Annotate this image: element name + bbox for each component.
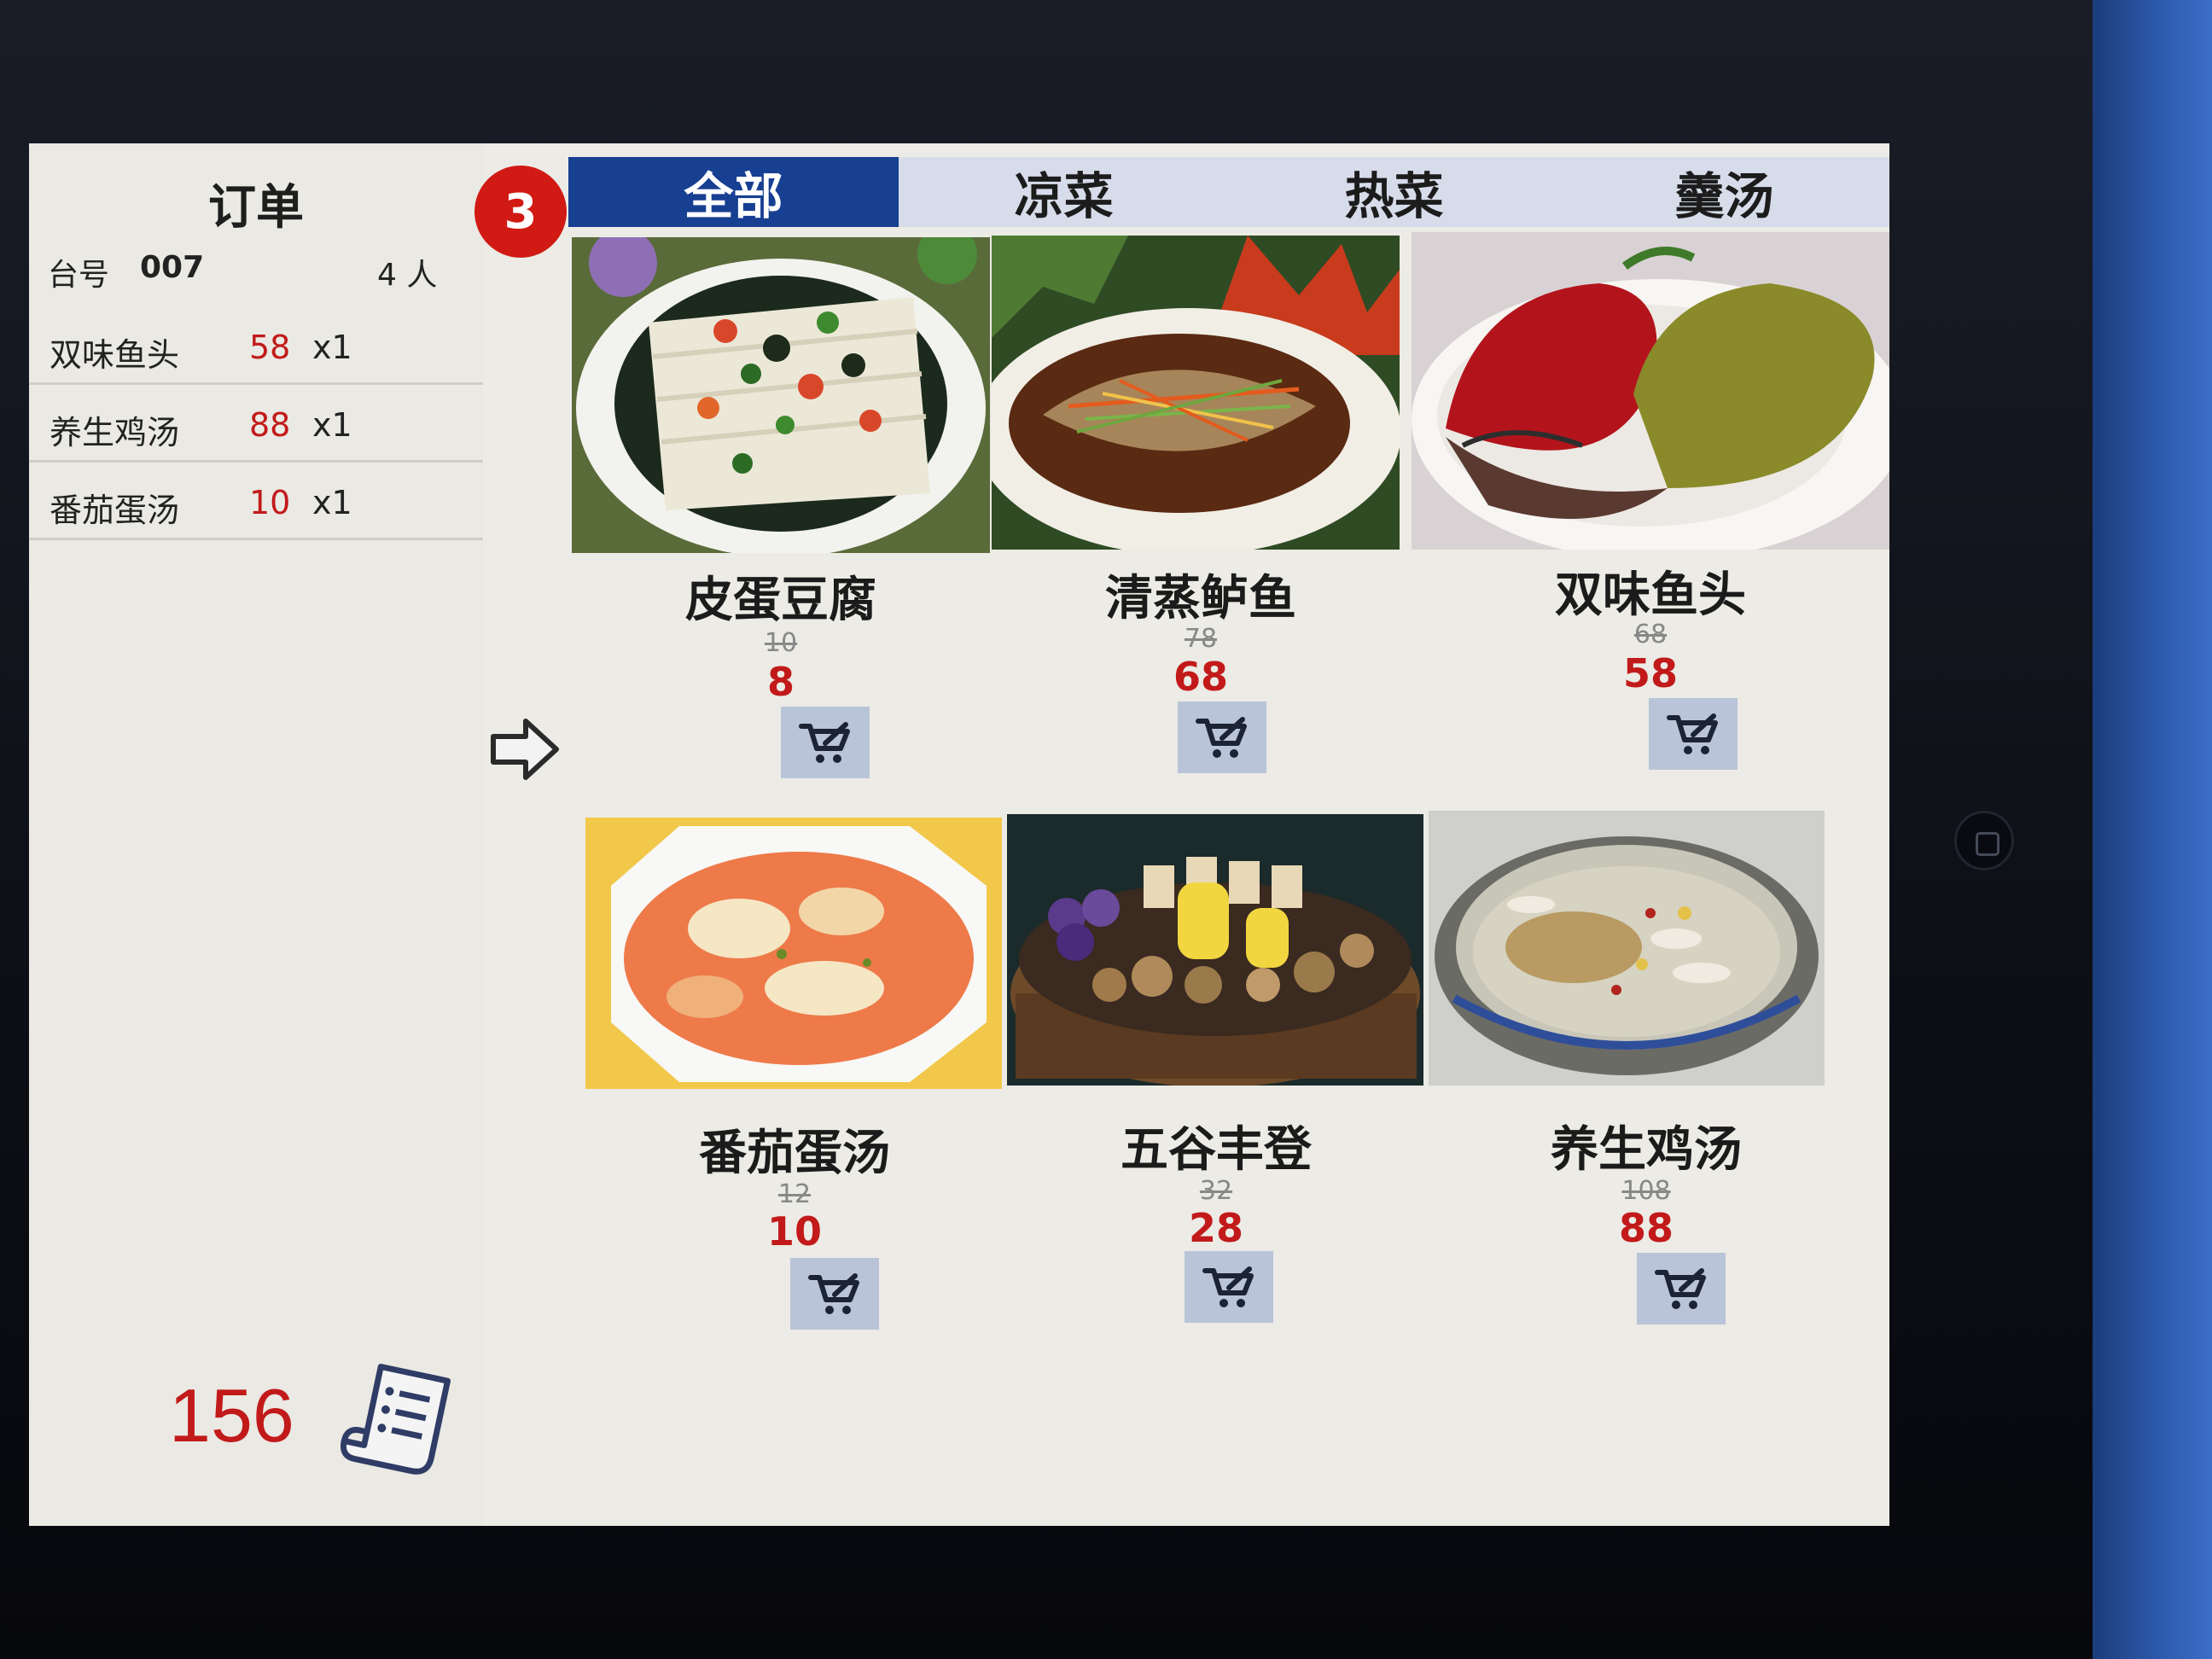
order-item[interactable]: 双味鱼头 58 x1: [29, 310, 483, 385]
shopping-cart-icon: [1655, 1268, 1706, 1309]
add-to-cart-button[interactable]: [781, 707, 870, 778]
order-item-price: 10: [249, 484, 291, 521]
order-item-price: 58: [249, 329, 291, 366]
add-to-cart-button[interactable]: [1185, 1251, 1273, 1323]
dish-card: 双味鱼头 68 58: [1412, 232, 1889, 778]
tab-hot-dishes[interactable]: 热菜: [1229, 157, 1559, 227]
dish-old-price: 78: [1184, 624, 1218, 654]
order-item-name: 养生鸡汤: [49, 414, 180, 451]
dish-price: 88: [1618, 1205, 1674, 1251]
dish-photo[interactable]: [992, 236, 1400, 550]
dish-old-price: 68: [1633, 620, 1668, 649]
cart-count-badge[interactable]: 3: [474, 166, 567, 258]
dish-photo[interactable]: [1412, 232, 1889, 550]
tab-cold-dishes[interactable]: 凉菜: [899, 157, 1229, 227]
table-label: 台号: [48, 258, 110, 293]
dish-price: 10: [766, 1208, 822, 1254]
background-wall: [2093, 0, 2212, 1659]
order-item-qty: x1: [312, 484, 352, 521]
order-panel: 订单 台号 007 4 人 双味鱼头 58 x1 养生鸡汤 88 x1 番茄蛋汤…: [29, 143, 483, 1526]
order-item[interactable]: 番茄蛋汤 10 x1: [29, 465, 483, 540]
order-item[interactable]: 养生鸡汤 88 x1: [29, 387, 483, 463]
table-number: 007: [140, 250, 205, 285]
dish-card: 五谷丰登 32 28: [1007, 814, 1425, 1343]
add-to-cart-button[interactable]: [1649, 698, 1738, 770]
tab-all[interactable]: 全部: [568, 157, 899, 227]
dish-name: 清蒸鲈鱼: [1105, 570, 1296, 626]
order-item-qty: x1: [312, 406, 352, 444]
add-to-cart-button[interactable]: [790, 1258, 879, 1330]
dish-old-price: 10: [764, 628, 798, 658]
dish-photo[interactable]: [585, 818, 1002, 1089]
dish-old-price: 108: [1621, 1176, 1671, 1206]
app-screen: 订单 台号 007 4 人 双味鱼头 58 x1 养生鸡汤 88 x1 番茄蛋汤…: [29, 143, 1889, 1526]
dish-old-price: 32: [1199, 1176, 1233, 1206]
receipt-icon[interactable]: [338, 1355, 466, 1483]
dish-old-price: 12: [777, 1179, 812, 1209]
dish-card: 清蒸鲈鱼 78 68: [992, 236, 1410, 782]
dish-card: 养生鸡汤 108 88: [1429, 811, 1864, 1340]
table-info: 台号 007 4 人: [29, 250, 483, 314]
order-title: 订单: [208, 180, 304, 236]
shopping-cart-icon: [1667, 713, 1718, 754]
dish-card: 皮蛋豆腐 10 8: [572, 237, 990, 783]
dish-name: 番茄蛋汤: [699, 1125, 890, 1181]
home-button[interactable]: [1954, 811, 2014, 870]
dish-photo[interactable]: [1007, 814, 1423, 1086]
dish-name: 养生鸡汤: [1551, 1121, 1742, 1178]
order-item-price: 88: [249, 406, 291, 444]
dish-price: 8: [766, 659, 795, 705]
shopping-cart-icon: [1202, 1266, 1254, 1307]
dish-price: 28: [1188, 1205, 1243, 1251]
shopping-cart-icon: [799, 722, 850, 763]
dish-name: 皮蛋豆腐: [685, 572, 876, 628]
dish-price: 58: [1622, 650, 1678, 696]
dish-name: 双味鱼头: [1555, 567, 1746, 623]
dish-price: 68: [1173, 654, 1228, 700]
tab-soups[interactable]: 羹汤: [1559, 157, 1889, 227]
add-to-cart-button[interactable]: [1178, 701, 1266, 773]
dish-name: 五谷丰登: [1121, 1121, 1312, 1178]
order-item-name: 双味鱼头: [49, 336, 180, 374]
add-to-cart-button[interactable]: [1637, 1253, 1726, 1324]
dish-photo[interactable]: [572, 237, 990, 553]
arrow-right-icon[interactable]: [486, 711, 563, 788]
dish-photo[interactable]: [1429, 811, 1825, 1086]
shopping-cart-icon: [1196, 717, 1247, 758]
order-total: 156: [169, 1373, 294, 1458]
order-item-name: 番茄蛋汤: [49, 492, 180, 529]
shopping-cart-icon: [808, 1273, 859, 1314]
category-tabs: 全部 凉菜 热菜 羹汤: [568, 157, 1889, 227]
order-item-qty: x1: [312, 329, 352, 366]
guest-count: 4 人: [377, 258, 438, 293]
dish-card: 番茄蛋汤 12 10: [585, 818, 1004, 1347]
